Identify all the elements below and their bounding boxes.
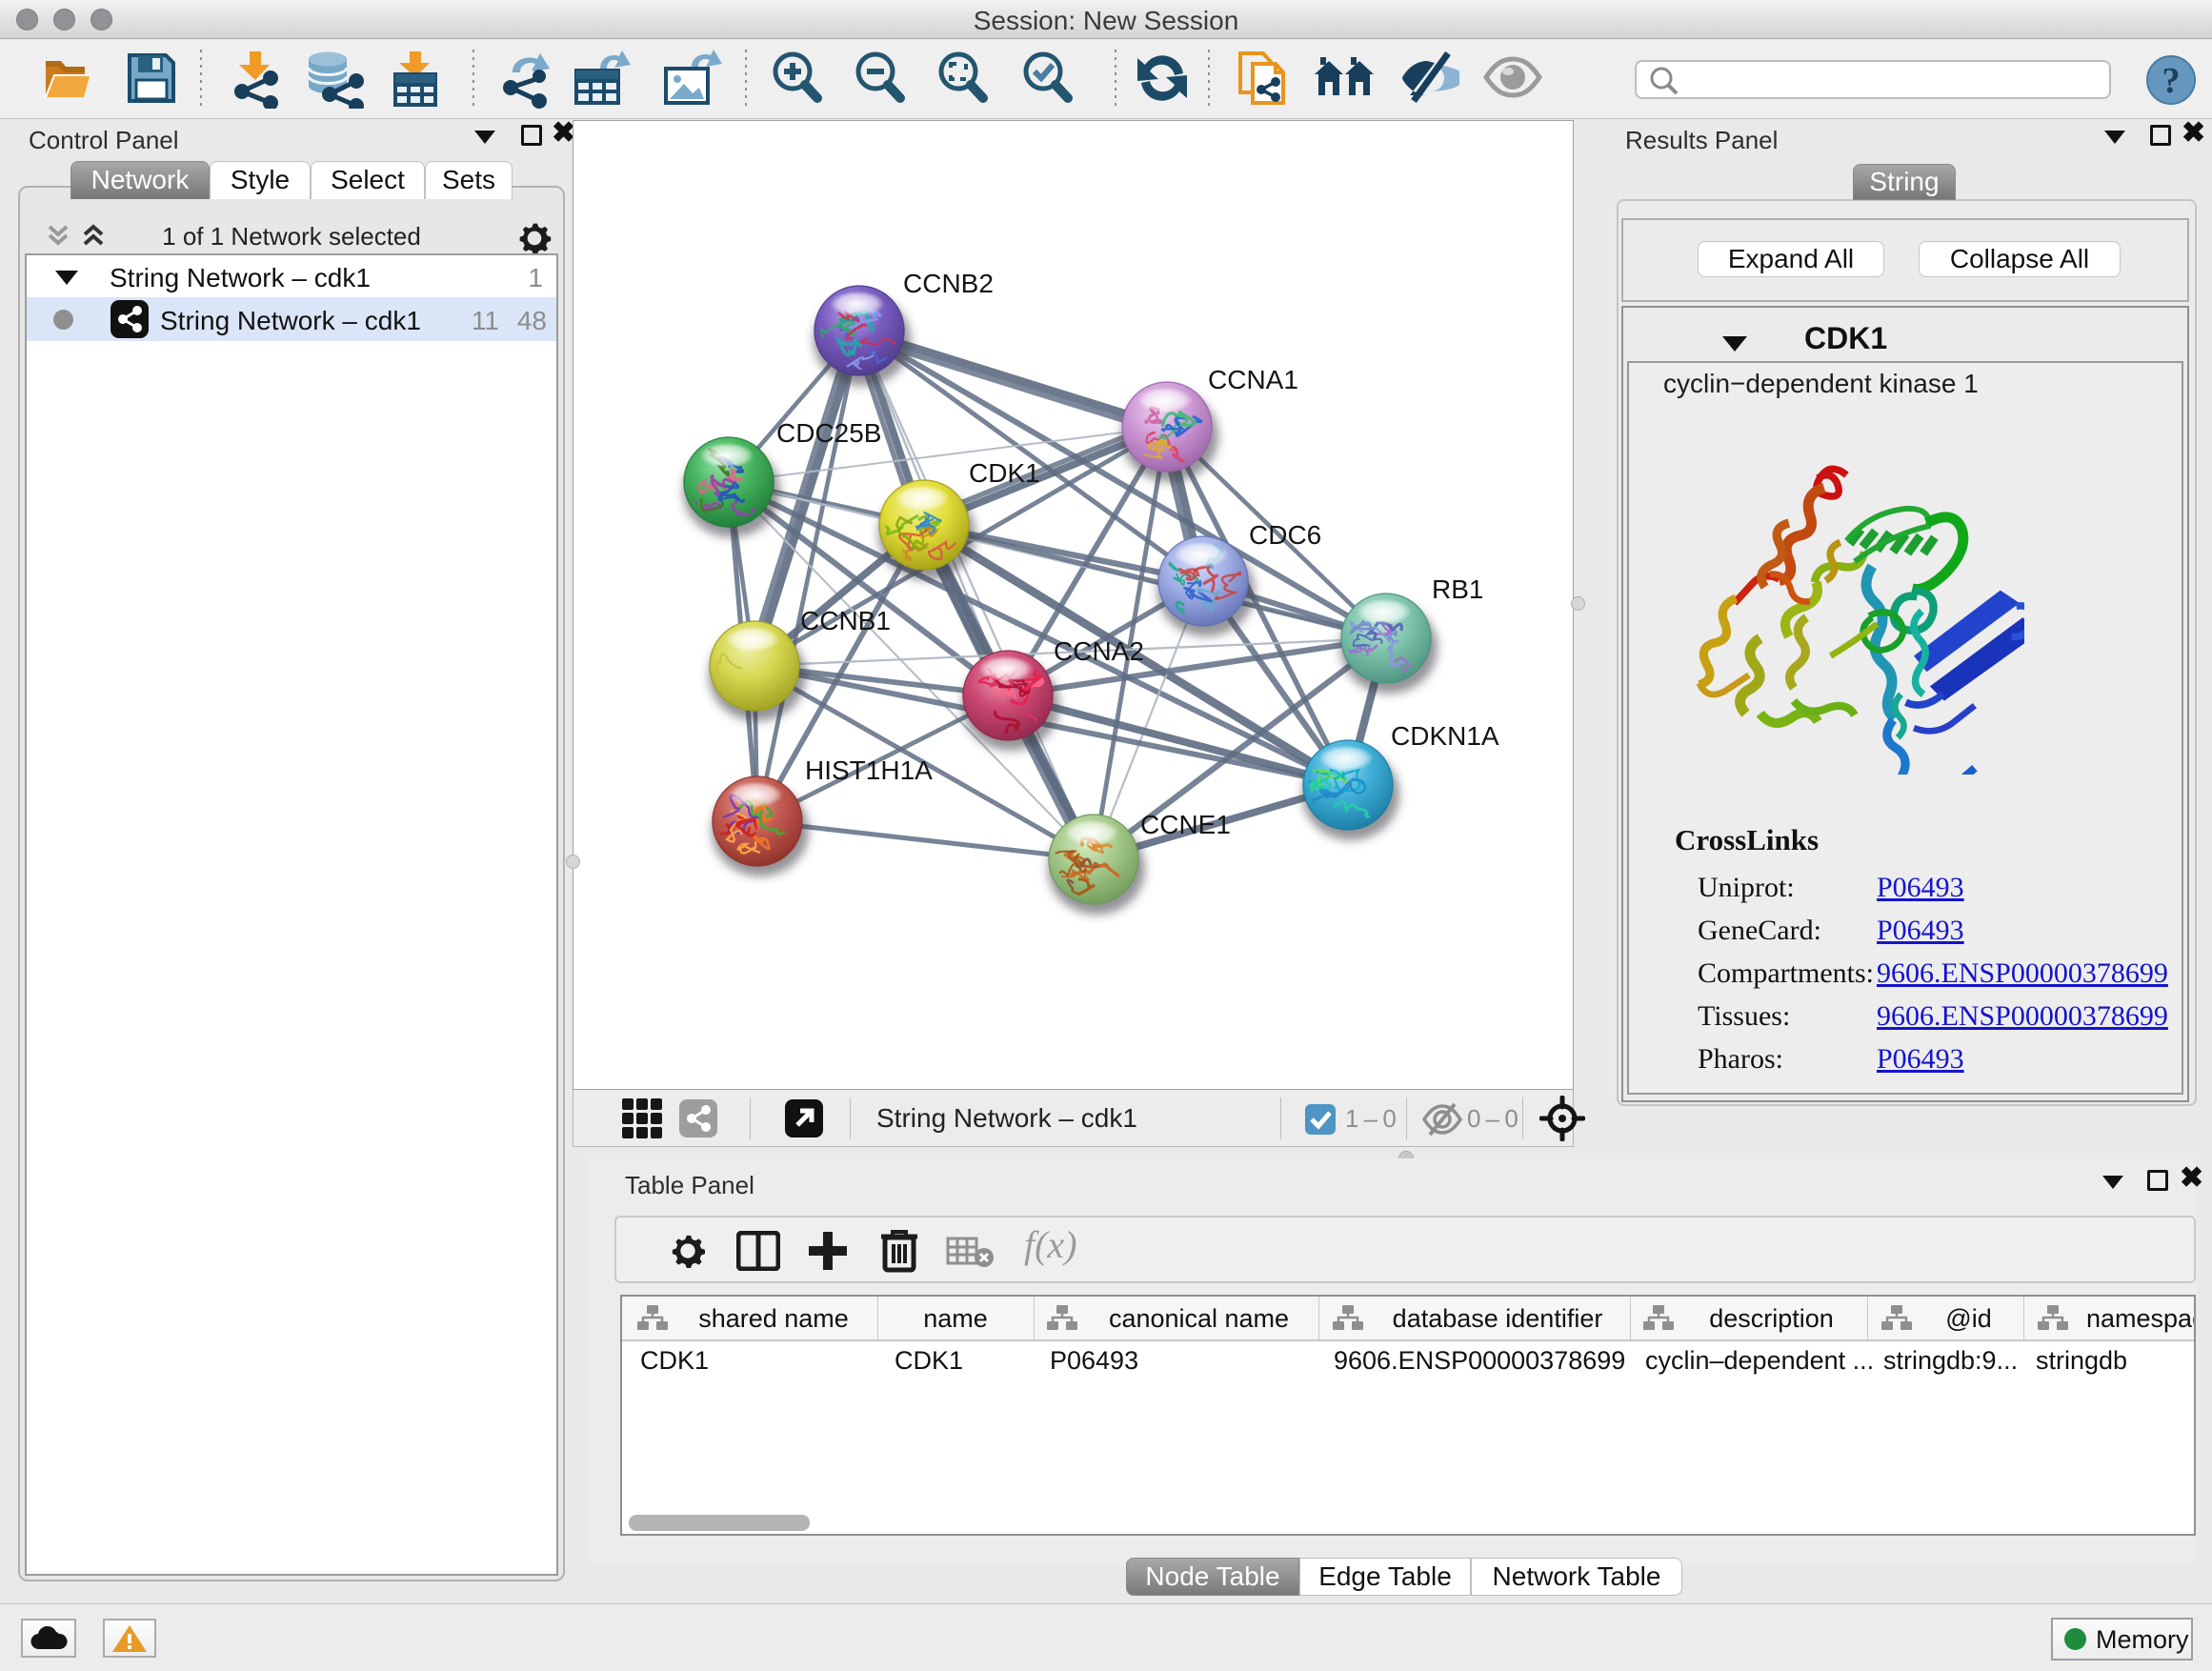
- svg-text:CDKN1A: CDKN1A: [1391, 721, 1499, 751]
- svg-text:CDC6: CDC6: [1249, 520, 1321, 550]
- svg-text:HIST1H1A: HIST1H1A: [805, 755, 933, 785]
- svg-text:RB1: RB1: [1432, 574, 1483, 604]
- svg-text:?: ?: [2162, 61, 2181, 101]
- svg-text:CCNA1: CCNA1: [1208, 365, 1298, 394]
- svg-text:CDC25B: CDC25B: [776, 418, 881, 448]
- svg-text:CCNA2: CCNA2: [1054, 636, 1144, 666]
- svg-text:CDK1: CDK1: [969, 458, 1040, 488]
- svg-text:CCNB2: CCNB2: [903, 269, 994, 298]
- svg-text:CCNE1: CCNE1: [1140, 810, 1231, 839]
- svg-text:CCNB1: CCNB1: [800, 606, 891, 635]
